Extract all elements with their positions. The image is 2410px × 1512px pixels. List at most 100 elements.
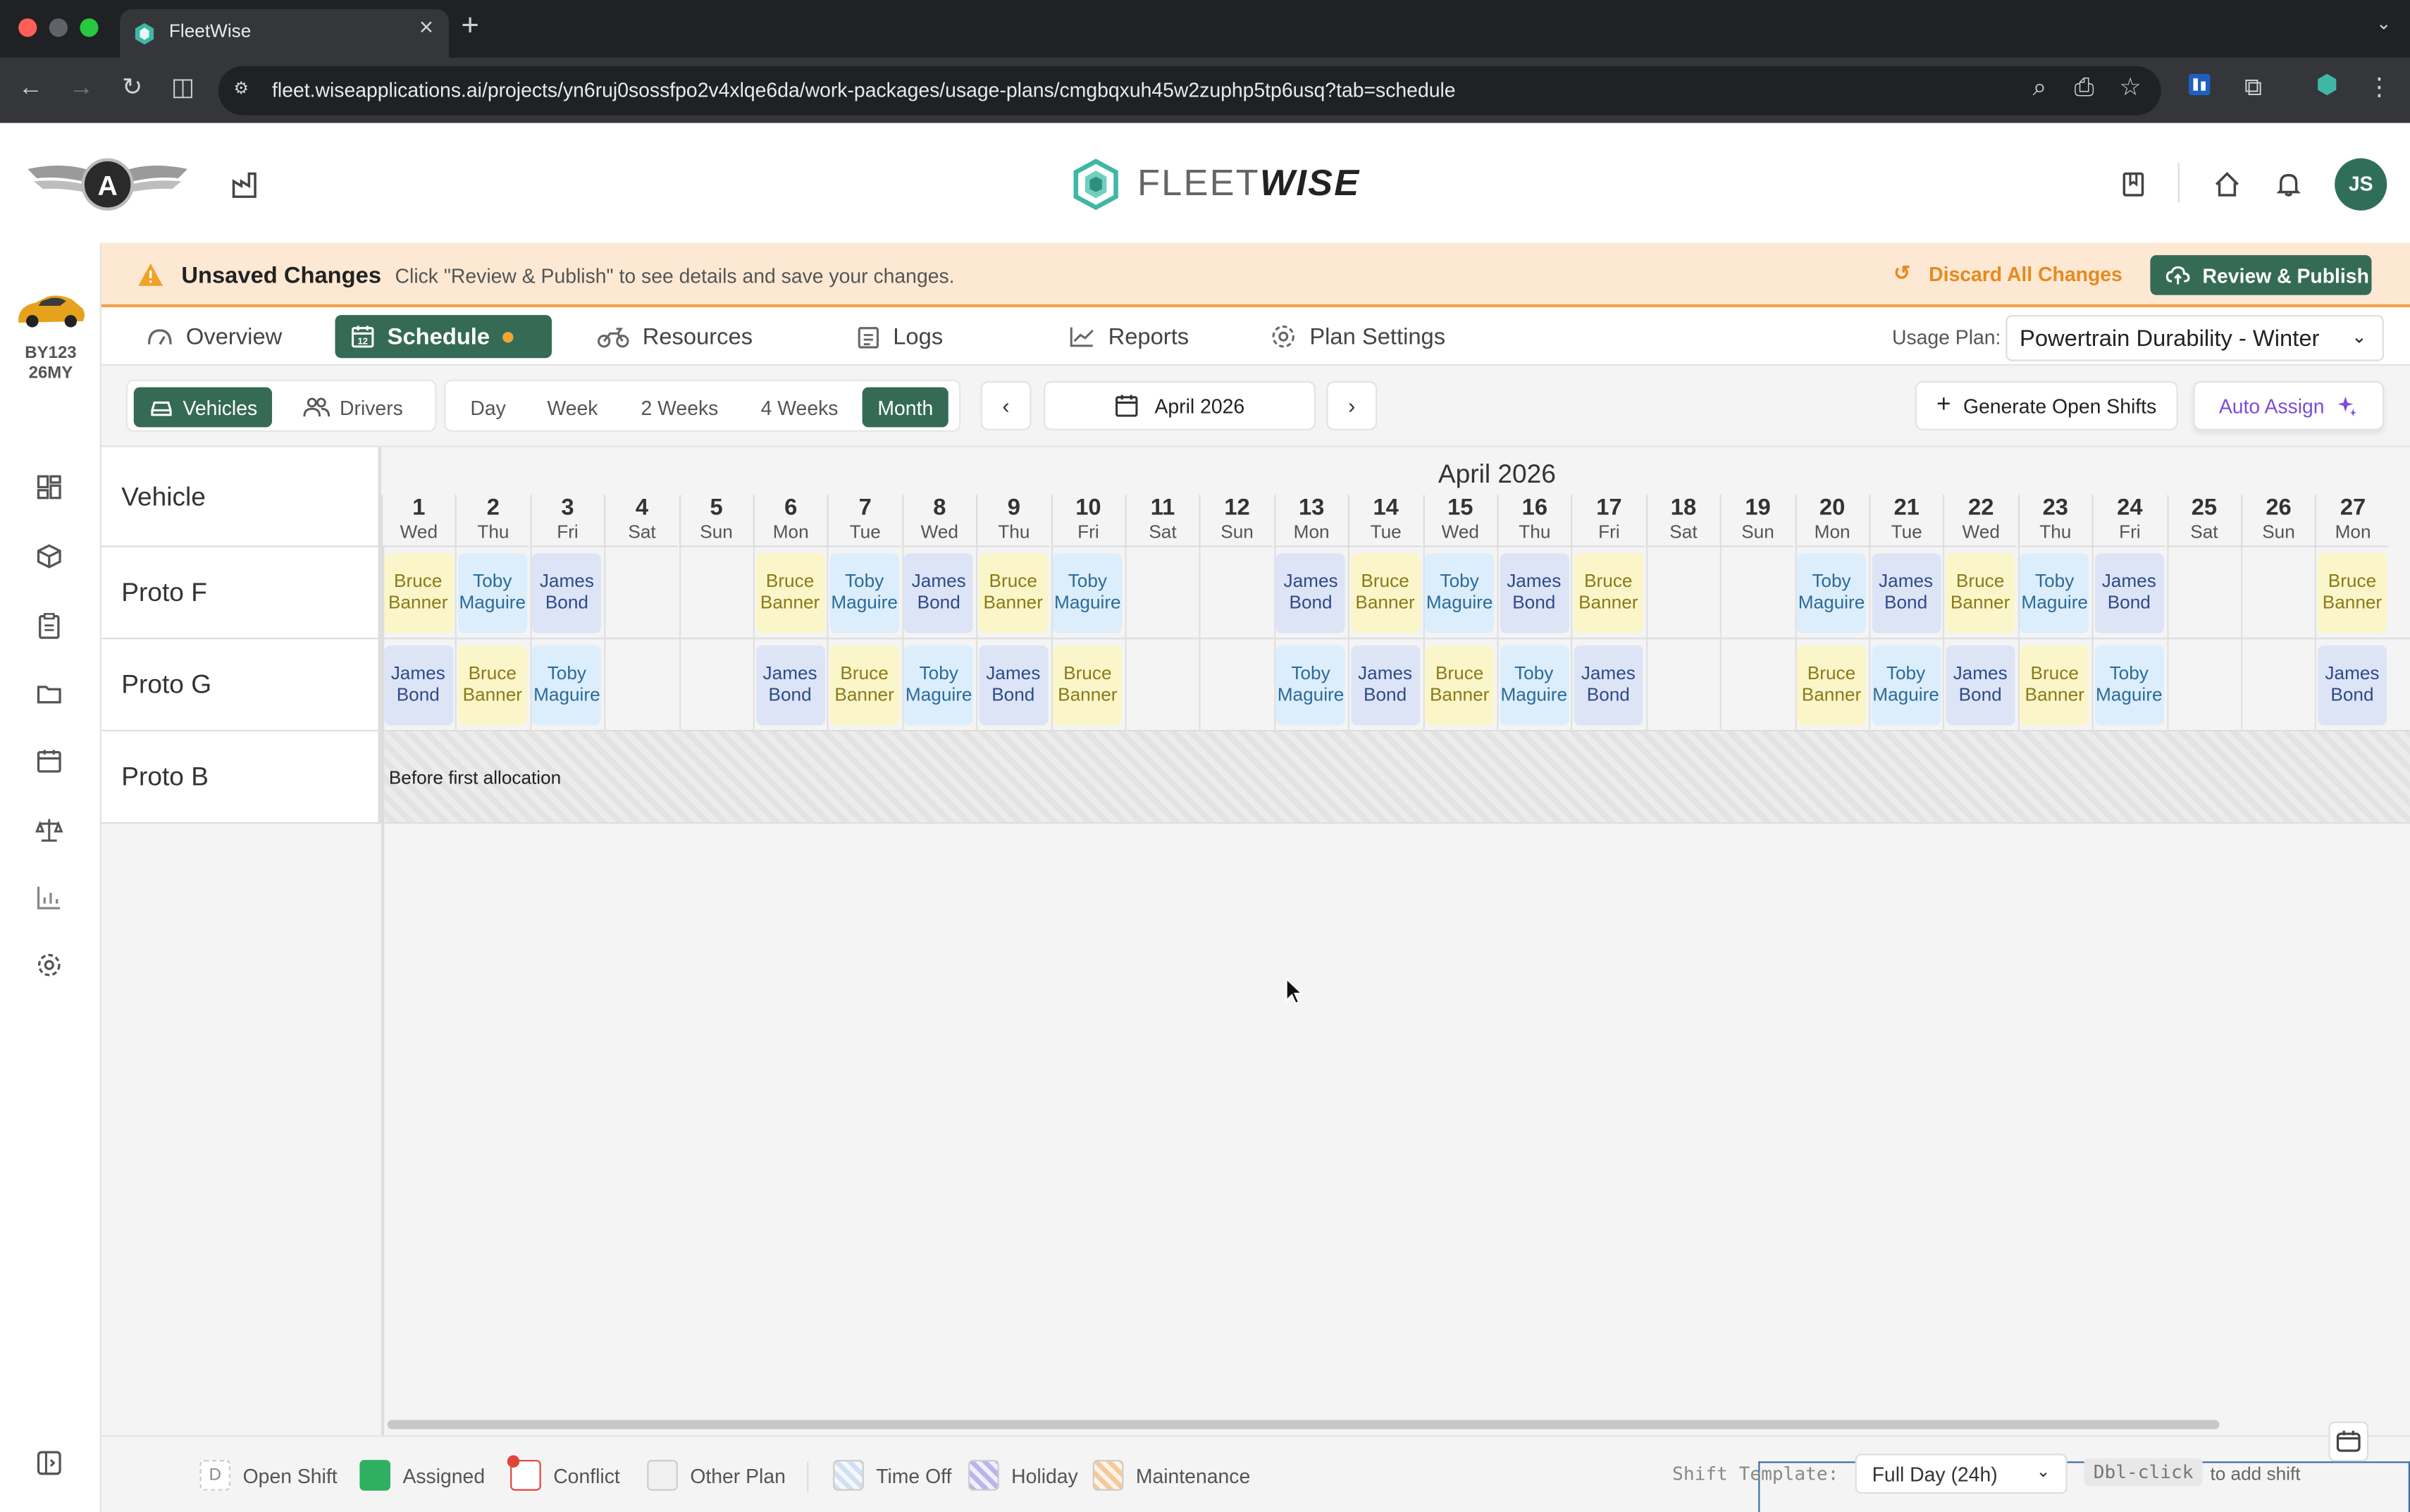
clipboard-icon[interactable] bbox=[35, 612, 63, 639]
range-2-weeks-button[interactable]: 2 Weeks bbox=[626, 388, 734, 428]
shift-block[interactable]: Toby Maguire bbox=[904, 645, 974, 726]
vehicle-thumbnail[interactable] bbox=[14, 285, 88, 334]
review-publish-button[interactable]: Review & Publish bbox=[2150, 255, 2372, 295]
shift-block[interactable]: James Bond bbox=[1946, 645, 2015, 726]
maximize-window-button[interactable] bbox=[80, 18, 99, 37]
shift-block[interactable]: Toby Maguire bbox=[2094, 645, 2164, 726]
floating-calendar-button[interactable] bbox=[2328, 1421, 2369, 1462]
vehicle-row-label[interactable]: Proto B bbox=[101, 731, 381, 824]
shift-block[interactable]: Toby Maguire bbox=[1275, 645, 1346, 726]
company-wings-logo[interactable]: A bbox=[25, 154, 191, 215]
factory-icon[interactable] bbox=[230, 169, 261, 200]
close-tab-icon[interactable]: × bbox=[419, 16, 433, 43]
bookmark-book-icon[interactable] bbox=[2118, 169, 2149, 200]
usage-plan-select[interactable]: Powertrain Durability - Winter ⌄ bbox=[2006, 315, 2384, 361]
range-4-weeks-button[interactable]: 4 Weeks bbox=[746, 388, 853, 428]
tab-plan-settings[interactable]: Plan Settings bbox=[1254, 315, 1461, 358]
folder-icon[interactable] bbox=[35, 679, 63, 707]
shift-block[interactable]: Bruce Banner bbox=[978, 553, 1048, 633]
shift-block[interactable]: Toby Maguire bbox=[2020, 553, 2089, 633]
shift-block[interactable]: Toby Maguire bbox=[1796, 553, 1867, 633]
shift-block[interactable]: Bruce Banner bbox=[1946, 553, 2015, 633]
calendar-icon[interactable] bbox=[35, 747, 63, 774]
shift-block[interactable]: Bruce Banner bbox=[755, 553, 825, 633]
minimize-window-button[interactable] bbox=[49, 18, 68, 37]
profile-extension-icon[interactable] bbox=[2311, 73, 2342, 105]
shift-block[interactable]: Toby Maguire bbox=[829, 553, 899, 633]
shift-block[interactable]: Toby Maguire bbox=[1053, 553, 1123, 633]
shift-block[interactable]: James Bond bbox=[755, 645, 825, 726]
shift-block[interactable]: James Bond bbox=[1350, 645, 1420, 726]
range-week-button[interactable]: Week bbox=[532, 388, 614, 428]
tab-reports[interactable]: Reports bbox=[1053, 315, 1204, 358]
shift-block[interactable]: Toby Maguire bbox=[1871, 645, 1941, 726]
vehicle-row-label[interactable]: Proto G bbox=[101, 639, 381, 732]
reader-mode-icon[interactable]: ◫ bbox=[168, 74, 199, 105]
tab-resources[interactable]: Resources bbox=[581, 315, 767, 358]
next-period-button[interactable]: › bbox=[1326, 380, 1378, 430]
zoom-icon[interactable]: ⌕ bbox=[2025, 74, 2056, 105]
shift-block[interactable]: James Bond bbox=[1871, 553, 1941, 633]
previous-period-button[interactable]: ‹ bbox=[980, 380, 1032, 430]
shift-block[interactable]: Bruce Banner bbox=[829, 645, 899, 726]
shift-block[interactable]: Bruce Banner bbox=[1425, 645, 1495, 726]
reload-icon[interactable]: ↻ bbox=[117, 74, 148, 105]
shift-block[interactable]: Bruce Banner bbox=[1796, 645, 1867, 726]
tab-overview[interactable]: Overview bbox=[130, 315, 297, 358]
generate-open-shifts-button[interactable]: + Generate Open Shifts bbox=[1915, 380, 2178, 430]
url-text[interactable]: fleet.wiseapplications.ai/projects/yn6ru… bbox=[272, 78, 1455, 101]
tab-search-chevron-icon[interactable]: ⌄ bbox=[2376, 12, 2392, 34]
new-tab-icon[interactable]: + bbox=[461, 9, 478, 44]
shift-block[interactable]: James Bond bbox=[1574, 645, 1643, 726]
shift-block[interactable]: James Bond bbox=[978, 645, 1048, 726]
dashboard-icon[interactable] bbox=[35, 473, 63, 501]
shift-block[interactable]: Bruce Banner bbox=[2317, 553, 2387, 633]
tab-schedule[interactable]: 12 Schedule bbox=[335, 315, 552, 359]
range-day-button[interactable]: Day bbox=[455, 388, 521, 428]
user-avatar[interactable]: JS bbox=[2335, 158, 2387, 211]
horizontal-scrollbar[interactable] bbox=[387, 1420, 2220, 1430]
shift-block[interactable]: James Bond bbox=[2094, 553, 2164, 633]
bar-chart-icon[interactable] bbox=[35, 884, 63, 911]
shift-block[interactable]: Bruce Banner bbox=[383, 553, 453, 633]
shift-block[interactable]: James Bond bbox=[1499, 553, 1569, 633]
shift-block[interactable]: Bruce Banner bbox=[1574, 553, 1643, 633]
tab-logs[interactable]: Logs bbox=[841, 315, 958, 358]
shift-block[interactable]: Bruce Banner bbox=[1350, 553, 1420, 633]
shift-block[interactable]: James Bond bbox=[904, 553, 974, 633]
shift-block[interactable]: Bruce Banner bbox=[2020, 645, 2089, 726]
range-month-button[interactable]: Month bbox=[862, 387, 949, 428]
shift-block[interactable]: Toby Maguire bbox=[532, 645, 602, 726]
vehicles-view-button[interactable]: Vehicles bbox=[133, 387, 273, 428]
forward-icon[interactable]: → bbox=[66, 74, 97, 105]
shift-block[interactable]: Bruce Banner bbox=[457, 645, 527, 726]
bookmark-star-icon[interactable]: ☆ bbox=[2115, 74, 2146, 105]
shift-block[interactable]: Toby Maguire bbox=[457, 553, 527, 633]
period-picker-button[interactable]: April 2026 bbox=[1043, 380, 1316, 430]
scales-icon[interactable] bbox=[35, 816, 63, 843]
install-app-icon[interactable]: ⎙ bbox=[2069, 74, 2100, 105]
shift-block[interactable]: James Bond bbox=[1275, 553, 1346, 633]
home-icon[interactable] bbox=[2212, 169, 2243, 200]
browser-menu-icon[interactable]: ⋮ bbox=[2364, 74, 2395, 105]
vehicle-row-label[interactable]: Proto F bbox=[101, 547, 381, 640]
shift-block[interactable]: James Bond bbox=[2317, 645, 2387, 726]
shift-block[interactable]: James Bond bbox=[532, 553, 602, 633]
site-settings-icon[interactable]: ⚙ bbox=[234, 78, 259, 103]
collapse-sidebar-icon[interactable] bbox=[35, 1449, 63, 1477]
shift-block[interactable]: Toby Maguire bbox=[1425, 553, 1495, 633]
discard-all-changes-button[interactable]: ↺ Discard All Changes bbox=[1893, 261, 2122, 286]
browser-tab[interactable]: FleetWise × bbox=[120, 9, 449, 58]
close-window-button[interactable] bbox=[18, 18, 37, 37]
auto-assign-button[interactable]: Auto Assign bbox=[2193, 380, 2384, 430]
settings-gear-icon[interactable] bbox=[35, 951, 63, 979]
back-icon[interactable]: ← bbox=[16, 74, 47, 105]
drivers-view-button[interactable]: Drivers bbox=[288, 388, 419, 428]
shift-block[interactable]: James Bond bbox=[383, 645, 453, 726]
shift-block[interactable]: Bruce Banner bbox=[1053, 645, 1123, 726]
notification-bell-icon[interactable] bbox=[2273, 169, 2304, 200]
address-bar[interactable]: ⚙ fleet.wiseapplications.ai/projects/yn6… bbox=[218, 66, 2161, 116]
extension-blue-icon[interactable] bbox=[2184, 73, 2215, 105]
shift-template-select[interactable]: Full Day (24h) ⌄ bbox=[1855, 1454, 2068, 1494]
extensions-puzzle-icon[interactable]: ⧉ bbox=[2238, 74, 2269, 105]
